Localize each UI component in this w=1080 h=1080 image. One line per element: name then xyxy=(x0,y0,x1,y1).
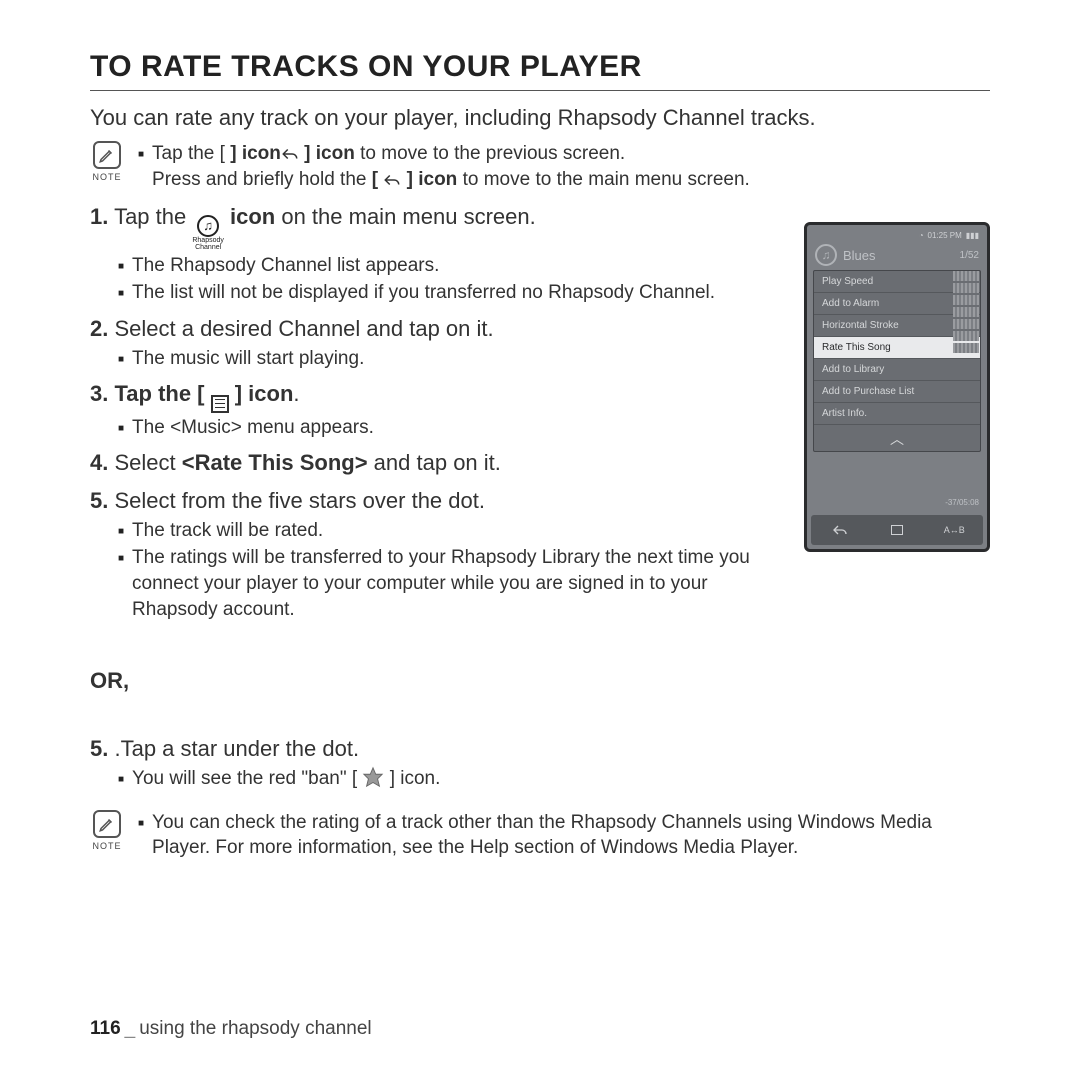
text: ] icon. xyxy=(384,768,440,789)
device-statusbar: ◔ 01:25 PM ▮▮▮ xyxy=(811,229,983,244)
step-3: 3. Tap the [ ] icon. ■ The <Music> menu a… xyxy=(90,379,750,440)
text: You will see the red "ban" [ xyxy=(132,768,362,789)
text: and tap on it. xyxy=(368,450,501,475)
text: icon xyxy=(224,204,275,229)
note-text: ■ Tap the [ ] icon ] icon to move to the… xyxy=(138,141,750,192)
device-bottom-bar: A↔B xyxy=(811,515,983,545)
bullet-icon: ■ xyxy=(118,280,124,306)
note-label: NOTE xyxy=(90,841,124,851)
battery-icon: ▮▮▮ xyxy=(966,231,979,240)
text: The list will not be displayed if you tr… xyxy=(132,280,715,306)
music-disc-icon: ♫ xyxy=(815,244,837,266)
note-block-2: NOTE ■ You can check the rating of a tra… xyxy=(90,810,990,861)
device-header: ♫ Blues 1/52 xyxy=(811,244,983,270)
alt-step-5: 5. .Tap a star under the dot. ■ You will… xyxy=(90,734,990,791)
text: to move to the main menu screen. xyxy=(457,169,750,190)
menu-item-add-to-library[interactable]: Add to Library xyxy=(814,359,980,381)
device-screenshot: ◔ 01:25 PM ▮▮▮ ♫ Blues 1/52 Play Speed A… xyxy=(804,222,990,552)
or-heading: OR, xyxy=(90,668,990,694)
text: <Rate This Song> xyxy=(182,450,368,475)
text: The <Music> menu appears. xyxy=(132,415,374,441)
bullet-icon: ■ xyxy=(118,545,124,622)
bullet-icon: ■ xyxy=(138,810,144,861)
text: Tap the [ xyxy=(108,381,210,406)
intro-text: You can rate any track on your player, i… xyxy=(90,105,990,131)
star-ban-icon xyxy=(362,766,384,788)
note-label: NOTE xyxy=(90,172,124,182)
text: .Tap a star under the dot. xyxy=(108,736,359,761)
text: The Rhapsody Channel list appears. xyxy=(132,253,439,279)
step-2: 2. Select a desired Channel and tap on i… xyxy=(90,314,750,371)
note-badge: NOTE xyxy=(90,810,124,851)
steps-list: 1. Tap the ♫RhapsodyChannel icon on the … xyxy=(90,202,750,622)
text: Tap the [ xyxy=(152,143,230,164)
pencil-icon xyxy=(93,810,121,838)
bullet-icon: ■ xyxy=(118,518,124,544)
text: The music will start playing. xyxy=(132,346,364,372)
device-title: Blues xyxy=(843,248,876,263)
step-number: 1. xyxy=(90,204,108,229)
step-number: 4. xyxy=(90,450,108,475)
text: ] icon xyxy=(229,381,294,406)
note-block-1: NOTE ■ Tap the [ ] icon ] icon to move t… xyxy=(90,141,990,192)
text: Select a desired Channel and tap on it. xyxy=(108,316,493,341)
section-title: using the rhapsody channel xyxy=(139,1018,371,1039)
text: Select xyxy=(108,450,181,475)
text: . xyxy=(293,381,299,406)
device-time: 01:25 PM xyxy=(928,231,962,240)
text: The ratings will be transferred to your … xyxy=(132,545,750,622)
page-title: TO RATE TRACKS ON YOUR PLAYER xyxy=(90,50,990,91)
step-4: 4. Select <Rate This Song> and tap on it… xyxy=(90,448,750,478)
bullet-icon: ■ xyxy=(118,766,124,792)
bullet-icon: ■ xyxy=(118,346,124,372)
text: The track will be rated. xyxy=(132,518,323,544)
text: ] icon xyxy=(401,169,457,190)
chevron-up-icon[interactable]: ︿ xyxy=(814,425,980,451)
bullet-icon: ■ xyxy=(138,141,144,192)
alt-steps: 5. .Tap a star under the dot. ■ You will… xyxy=(90,734,990,791)
step-number: 5. xyxy=(90,736,108,761)
text: [ xyxy=(372,169,384,190)
step-number: 2. xyxy=(90,316,108,341)
back-icon xyxy=(383,172,401,188)
step-1: 1. Tap the ♫RhapsodyChannel icon on the … xyxy=(90,202,750,306)
device-elapsed: -37/05:08 xyxy=(945,498,979,507)
clock-icon: ◔ xyxy=(919,231,924,240)
device-equalizer-bars xyxy=(953,271,979,353)
page-number: 116 xyxy=(90,1018,121,1039)
pencil-icon xyxy=(93,141,121,169)
menu-icon[interactable] xyxy=(885,520,909,540)
bullet-icon: ■ xyxy=(118,253,124,279)
text: Tap the xyxy=(108,204,192,229)
text: You can check the rating of a track othe… xyxy=(152,810,990,861)
text: ] icon xyxy=(230,143,281,164)
text: to move to the previous screen. xyxy=(355,143,625,164)
menu-item-add-to-purchase-list[interactable]: Add to Purchase List xyxy=(814,381,980,403)
rhapsody-channel-icon: ♫RhapsodyChannel xyxy=(192,215,224,251)
text: on the main menu screen. xyxy=(275,204,535,229)
menu-item-artist-info[interactable]: Artist Info. xyxy=(814,403,980,425)
menu-icon xyxy=(211,395,229,413)
step-5: 5. Select from the five stars over the d… xyxy=(90,486,750,622)
bullet-icon: ■ xyxy=(118,415,124,441)
ab-repeat-icon[interactable]: A↔B xyxy=(942,520,966,540)
page-footer: 116_using the rhapsody channel xyxy=(90,1018,372,1040)
step-number: 3. xyxy=(90,381,108,406)
back-icon[interactable] xyxy=(828,520,852,540)
note-text: ■ You can check the rating of a track ot… xyxy=(138,810,990,861)
text: Press and briefly hold the xyxy=(152,169,372,190)
device-track-count: 1/52 xyxy=(960,250,979,261)
step-number: 5. xyxy=(90,488,108,513)
back-icon xyxy=(281,146,299,162)
note-badge: NOTE xyxy=(90,141,124,182)
text: Select from the five stars over the dot. xyxy=(108,488,485,513)
